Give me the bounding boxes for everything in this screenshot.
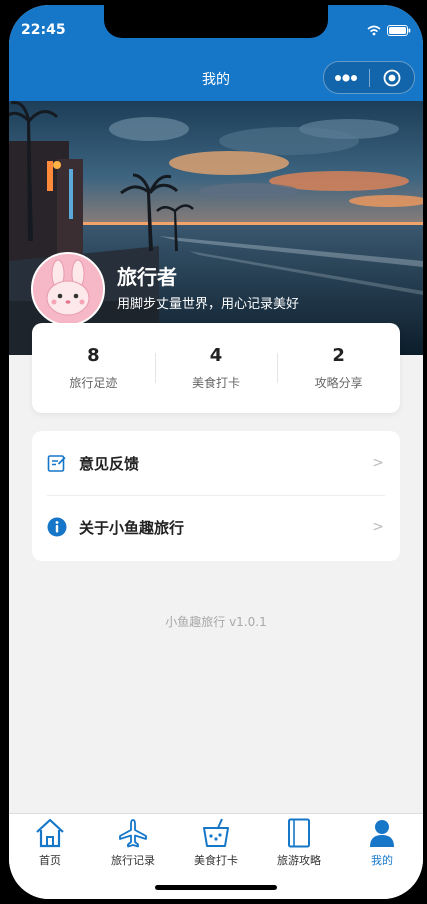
menu-item-label: 关于小鱼趣旅行 — [79, 519, 185, 537]
chevron-right-icon: > — [372, 455, 384, 471]
app-version: 小鱼趣旅行 v1.0.1 — [165, 615, 267, 629]
status-bar: 22:45 — [9, 5, 423, 55]
tab-travel-records[interactable]: 旅行记录 — [92, 818, 174, 868]
target-close-icon — [383, 69, 401, 86]
close-button[interactable] — [370, 62, 415, 93]
menu-item-about[interactable]: 关于小鱼趣旅行 > — [32, 495, 400, 559]
tab-food-checkin[interactable]: 美食打卡 — [175, 818, 257, 868]
drink-icon — [203, 818, 229, 847]
settings-menu: 意见反馈 > 关于小鱼趣旅行 > — [32, 431, 400, 561]
stat-label: 旅行足迹 — [69, 376, 118, 390]
stat-footprints[interactable]: 8 旅行足迹 — [32, 323, 155, 413]
notch — [104, 5, 328, 38]
more-button[interactable] — [324, 62, 369, 93]
menu-item-feedback[interactable]: 意见反馈 > — [32, 431, 400, 496]
stat-value: 4 — [209, 345, 223, 366]
avatar[interactable] — [31, 252, 105, 326]
phone-screen: 22:45 我的 旅行者 用脚步丈量世界，用心记录美好 8 旅行足迹 4 美食打… — [9, 5, 423, 899]
menu-item-label: 意见反馈 — [79, 455, 140, 473]
tab-label: 旅行记录 — [111, 854, 155, 867]
user-icon — [370, 820, 394, 847]
mini-program-capsule — [323, 61, 415, 94]
feedback-icon — [47, 455, 66, 472]
tab-label: 美食打卡 — [194, 854, 238, 867]
tab-home[interactable]: 首页 — [9, 818, 91, 868]
tab-travel-guides[interactable]: 旅游攻略 — [258, 818, 340, 868]
more-dots-icon — [335, 73, 358, 82]
stats-card: 8 旅行足迹 4 美食打卡 2 攻略分享 — [32, 323, 400, 413]
stat-value: 2 — [332, 345, 345, 366]
tab-label: 首页 — [39, 854, 61, 867]
book-icon — [288, 818, 310, 848]
bunny-avatar-icon — [33, 254, 103, 324]
nav-bar: 我的 — [9, 55, 423, 101]
stat-label: 美食打卡 — [192, 376, 241, 390]
stat-guides-shared[interactable]: 2 攻略分享 — [277, 323, 400, 413]
status-icons — [367, 25, 411, 36]
tab-label: 旅游攻略 — [277, 854, 321, 867]
tab-label: 我的 — [371, 854, 393, 867]
user-bio: 用脚步丈量世界，用心记录美好 — [117, 297, 300, 312]
stat-food-checkins[interactable]: 4 美食打卡 — [154, 323, 278, 413]
tab-mine[interactable]: 我的 — [341, 818, 423, 868]
stat-value: 8 — [87, 345, 100, 366]
home-indicator[interactable] — [155, 885, 277, 890]
info-icon — [47, 517, 67, 537]
plane-icon — [119, 819, 147, 848]
status-time: 22:45 — [21, 22, 66, 38]
home-icon — [36, 818, 64, 848]
battery-icon — [387, 25, 411, 36]
user-name: 旅行者 — [117, 265, 177, 289]
wifi-icon — [367, 25, 381, 36]
stat-label: 攻略分享 — [314, 376, 363, 390]
chevron-right-icon: > — [372, 519, 384, 535]
